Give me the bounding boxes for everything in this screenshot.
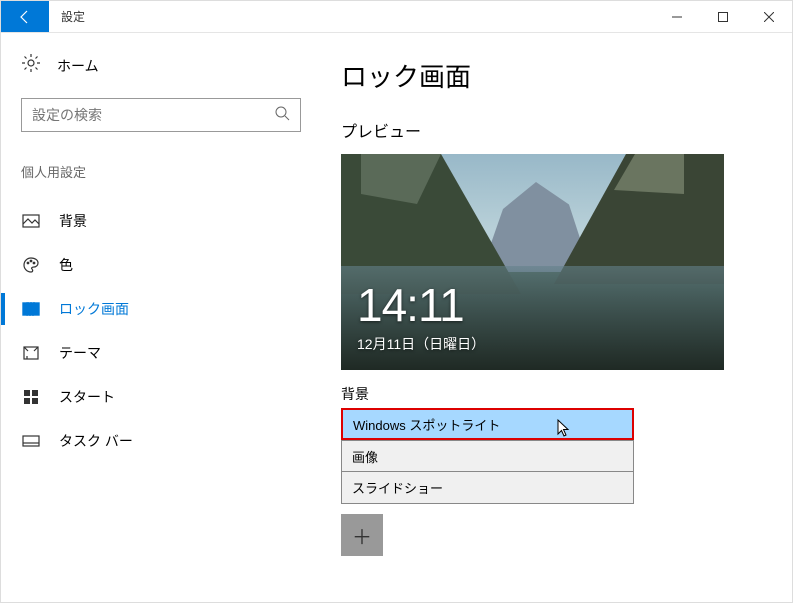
add-button[interactable]: ＋	[341, 514, 383, 556]
nav-label: テーマ	[59, 343, 101, 363]
theme-icon	[21, 344, 41, 362]
minimize-button[interactable]	[654, 1, 700, 32]
palette-icon	[21, 256, 41, 274]
window-title: 設定	[49, 1, 654, 32]
nav-label: スタート	[59, 387, 115, 407]
option-label: 画像	[352, 447, 378, 466]
sidebar-item-taskbar[interactable]: タスク バー	[21, 419, 301, 463]
background-label: 背景	[341, 384, 758, 404]
cursor-icon	[556, 418, 572, 441]
picture-icon	[21, 212, 41, 230]
option-label: スライドショー	[352, 478, 443, 497]
preview-heading: プレビュー	[341, 118, 758, 142]
nav-label: 色	[59, 255, 73, 275]
sidebar-item-themes[interactable]: テーマ	[21, 331, 301, 375]
dropdown-option-slideshow[interactable]: スライドショー	[341, 472, 634, 504]
search-input[interactable]	[32, 107, 274, 123]
sidebar-item-background[interactable]: 背景	[21, 199, 301, 243]
home-label: ホーム	[57, 56, 99, 76]
preview-time: 14:11	[357, 282, 485, 328]
back-button[interactable]	[1, 1, 49, 32]
page-title: ロック画面	[341, 57, 758, 94]
sidebar-item-lockscreen[interactable]: ロック画面	[21, 287, 301, 331]
nav-label: タスク バー	[59, 431, 133, 451]
preview-date: 12月11日（日曜日）	[357, 334, 485, 354]
taskbar-icon	[21, 432, 41, 450]
sidebar-item-colors[interactable]: 色	[21, 243, 301, 287]
close-button[interactable]	[746, 1, 792, 32]
home-button[interactable]: ホーム	[21, 53, 301, 78]
option-label: Windows スポットライト	[353, 415, 500, 434]
plus-icon: ＋	[352, 521, 372, 550]
gear-icon	[21, 53, 41, 78]
nav-label: 背景	[59, 211, 87, 231]
nav-label: ロック画面	[59, 299, 129, 319]
start-icon	[21, 388, 41, 406]
maximize-button[interactable]	[700, 1, 746, 32]
lockscreen-icon	[21, 300, 41, 318]
dropdown-option-picture[interactable]: 画像	[341, 440, 634, 472]
lockscreen-preview: 14:11 12月11日（日曜日）	[341, 154, 724, 370]
sidebar-item-start[interactable]: スタート	[21, 375, 301, 419]
search-icon	[274, 105, 290, 126]
section-header: 個人用設定	[21, 162, 301, 181]
background-dropdown[interactable]: Windows スポットライト 画像 スライドショー	[341, 408, 634, 504]
dropdown-option-spotlight[interactable]: Windows スポットライト	[341, 408, 634, 440]
search-input-container[interactable]	[21, 98, 301, 132]
